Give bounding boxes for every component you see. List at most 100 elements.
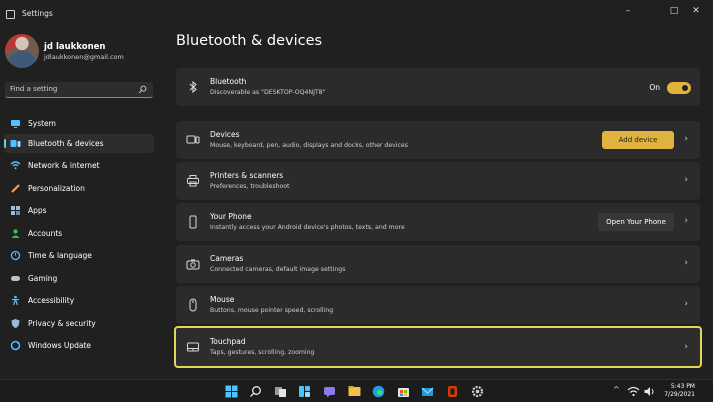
sidebar-item-label: Apps [28, 205, 47, 215]
card-subtitle: Discoverable as "DESKTOP-OQ4NJT8" [210, 89, 326, 96]
toggle-state-label: On [649, 83, 660, 92]
card-subtitle: Preferences, troubleshoot [210, 183, 290, 190]
sidebar-item-gaming[interactable]: Gaming [4, 269, 154, 288]
sidebar-item-privacy-security[interactable]: Privacy & security [4, 314, 154, 333]
tray-overflow-chevron[interactable]: ^ [613, 385, 620, 394]
brush-icon [11, 184, 20, 193]
settings-app-icon [6, 10, 15, 19]
camera-icon [186, 259, 200, 270]
add-device-button[interactable]: Add device [602, 131, 674, 149]
close-button[interactable]: ✕ [679, 2, 713, 20]
sidebar-item-label: Privacy & security [28, 318, 96, 328]
card-subtitle: Taps, gestures, scrolling, zooming [210, 349, 315, 356]
user-name: jd laukkonen [44, 42, 106, 52]
person-icon [11, 229, 20, 238]
touchpad-icon [187, 342, 199, 352]
your-phone-card[interactable]: Your Phone Instantly access your Android… [176, 203, 700, 241]
mail-icon[interactable] [421, 385, 434, 398]
sidebar-item-label: Accessibility [28, 295, 75, 305]
settings-gear-icon[interactable] [471, 385, 484, 398]
globe-clock-icon [10, 250, 21, 261]
chat-icon[interactable] [323, 385, 336, 398]
chevron-right-icon: › [684, 216, 688, 226]
store-icon[interactable] [397, 385, 410, 398]
printer-icon [187, 175, 199, 187]
apps-icon [11, 206, 20, 215]
chevron-right-icon: › [684, 299, 688, 309]
sidebar-item-network[interactable]: Network & internet [4, 156, 154, 175]
sidebar-item-accounts[interactable]: Accounts [4, 224, 154, 243]
office-icon[interactable] [446, 385, 459, 398]
wifi-icon[interactable] [627, 385, 640, 398]
chevron-right-icon: › [684, 258, 688, 268]
start-icon[interactable] [225, 385, 238, 398]
sidebar: jd laukkonen jdlaukkonen@gmail.com Find … [0, 28, 163, 379]
bluetooth-toggle[interactable] [667, 82, 691, 94]
open-your-phone-button[interactable]: Open Your Phone [598, 213, 674, 231]
user-email: jdlaukkonen@gmail.com [44, 53, 124, 61]
edge-icon[interactable] [372, 385, 385, 398]
card-title: Cameras [210, 254, 244, 263]
sidebar-item-label: Bluetooth & devices [28, 138, 104, 148]
task-view-icon[interactable] [274, 385, 287, 398]
sidebar-item-windows-update[interactable]: Windows Update [4, 336, 154, 355]
minimize-button[interactable]: – [611, 2, 645, 20]
toggle-knob [682, 85, 688, 91]
search-input[interactable]: Find a setting [5, 82, 153, 98]
sidebar-item-label: Personalization [28, 183, 85, 193]
clock-date: 7/29/2021 [664, 391, 695, 398]
widgets-icon[interactable] [298, 385, 311, 398]
sidebar-item-time-language[interactable]: Time & language [4, 246, 154, 265]
phone-icon [189, 215, 197, 229]
card-title: Bluetooth [210, 77, 247, 86]
devices-icon [186, 135, 200, 144]
card-subtitle: Mouse, keyboard, pen, audio, displays an… [210, 142, 408, 149]
card-subtitle: Instantly access your Android device's p… [210, 224, 405, 231]
card-title: Devices [210, 130, 240, 139]
sidebar-item-apps[interactable]: Apps [4, 201, 154, 220]
card-title: Printers & scanners [210, 171, 284, 180]
card-title: Touchpad [210, 337, 246, 346]
touchpad-card[interactable]: Touchpad Taps, gestures, scrolling, zoom… [174, 326, 702, 368]
sidebar-item-label: Accounts [28, 228, 63, 238]
bluetooth-icon [10, 140, 21, 147]
sidebar-item-accessibility[interactable]: Accessibility [4, 291, 154, 310]
update-icon [10, 340, 21, 351]
file-explorer-icon[interactable] [348, 385, 361, 398]
search-icon[interactable] [249, 385, 262, 398]
page-title: Bluetooth & devices [176, 33, 323, 49]
bluetooth-card: Bluetooth Discoverable as "DESKTOP-OQ4NJ… [176, 68, 700, 106]
sidebar-item-bluetooth-devices[interactable]: Bluetooth & devices [4, 134, 154, 153]
search-placeholder: Find a setting [10, 85, 58, 93]
accessibility-icon [12, 295, 19, 306]
card-subtitle: Buttons, mouse pointer speed, scrolling [210, 307, 334, 314]
chevron-right-icon: › [684, 175, 688, 185]
clock-time: 5:43 PM [670, 383, 695, 390]
mouse-icon [189, 298, 197, 312]
taskbar: ^ 5:43 PM 7/29/2021 [0, 379, 713, 402]
sidebar-item-label: Windows Update [28, 340, 92, 350]
mouse-card[interactable]: Mouse Buttons, mouse pointer speed, scro… [176, 286, 700, 324]
card-title: Mouse [210, 295, 235, 304]
chevron-right-icon: › [684, 134, 688, 144]
sidebar-item-label: System [28, 118, 56, 128]
window-title: Settings [22, 9, 53, 18]
avatar[interactable] [5, 34, 39, 68]
wifi-icon [10, 161, 21, 170]
search-icon [138, 85, 147, 94]
taskbar-clock[interactable]: 5:43 PM 7/29/2021 [664, 383, 695, 399]
sidebar-item-label: Network & internet [28, 160, 100, 170]
card-title: Your Phone [210, 212, 252, 221]
title-bar: Settings – □ ✕ [0, 0, 713, 28]
bluetooth-icon [189, 80, 197, 94]
volume-icon[interactable] [643, 385, 656, 398]
devices-card[interactable]: Devices Mouse, keyboard, pen, audio, dis… [176, 121, 700, 159]
sidebar-item-personalization[interactable]: Personalization [4, 179, 154, 198]
chevron-right-icon: › [684, 342, 688, 352]
monitor-icon [11, 120, 20, 128]
printers-scanners-card[interactable]: Printers & scanners Preferences, trouble… [176, 162, 700, 200]
sidebar-item-system[interactable]: System [4, 114, 154, 133]
sidebar-item-label: Gaming [28, 273, 58, 283]
cameras-card[interactable]: Cameras Connected cameras, default image… [176, 245, 700, 283]
sidebar-item-label: Time & language [28, 250, 92, 260]
